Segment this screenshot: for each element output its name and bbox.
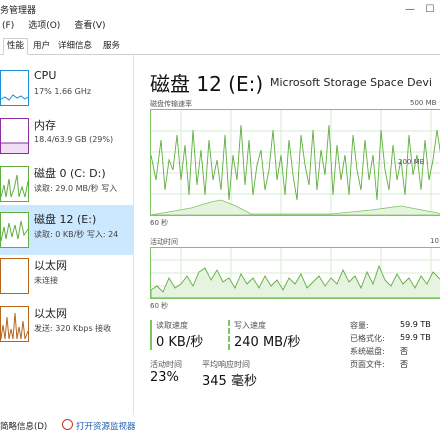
active-area — [150, 264, 440, 299]
formatted-label: 已格式化: — [350, 334, 385, 343]
memory-thumbnail — [0, 118, 29, 154]
tab-bar: 性能 用户 详细信息 服务 — [0, 37, 440, 55]
disk0-mini-graph — [1, 174, 28, 198]
ethernet2-thumbnail — [0, 306, 29, 342]
menu-bar: (F) 选项(O) 查看(V) — [0, 19, 108, 34]
read-speed-block: 读取速度 0 KB/秒 — [150, 320, 203, 350]
ethernet1-thumbnail — [0, 258, 29, 294]
disk12-mini-graph — [1, 220, 28, 242]
disk0-thumbnail — [0, 166, 29, 202]
cpu-thumbnail — [0, 70, 29, 106]
active-time-label: 活动时间 — [150, 238, 178, 246]
page-file-label: 页面文件: — [350, 360, 385, 369]
memory-mini-graph — [1, 142, 28, 153]
response-time-label: 平均响应时间 — [202, 360, 250, 369]
page-title: 磁盘 12 (E:) — [150, 72, 264, 96]
active-time-window-label: 60 秒 — [150, 302, 169, 310]
sidebar-item-label: 磁盘 0 (C: D:) — [34, 167, 106, 180]
active-time-block: 活动时间 23% — [150, 359, 182, 385]
transfer-rate-label: 磁盘传输速率 — [150, 100, 192, 108]
window-controls: — ☐ — [400, 0, 440, 18]
transfer-rate-mid: 200 MB — [398, 158, 425, 166]
property-row: 已格式化: 59.9 TB — [350, 333, 440, 346]
maximize-button[interactable]: ☐ — [420, 0, 440, 18]
read-speed-value: 0 KB/秒 — [156, 335, 204, 350]
sidebar-item-ethernet-2[interactable]: 以太网 发送: 320 Kbps 接收 — [0, 299, 133, 349]
tab-users[interactable]: 用户 — [30, 39, 53, 53]
sidebar-item-disk-0[interactable]: 磁盘 0 (C: D:) 读取: 29.0 MB/秒 写入 — [0, 159, 133, 209]
response-time-block: 平均响应时间 345 毫秒 — [202, 359, 257, 389]
tab-details[interactable]: 详细信息 — [55, 39, 95, 53]
menu-file[interactable]: (F) — [0, 19, 16, 34]
formatted-value: 59.9 TB — [400, 333, 431, 342]
transfer-rate-max: 500 MB — [410, 99, 437, 107]
sidebar-item-label: 以太网 — [34, 307, 67, 320]
sidebar-item-detail: 未连接 — [34, 276, 58, 285]
disk-properties: 容量: 59.9 TB 已格式化: 59.9 TB 系统磁盘: 否 页面文件: … — [350, 320, 440, 372]
system-disk-label: 系统磁盘: — [350, 347, 385, 356]
active-time-stat-label: 活动时间 — [150, 360, 182, 369]
sidebar-item-ethernet-1[interactable]: 以太网 未连接 — [0, 251, 133, 301]
transfer-rate-graph — [150, 109, 440, 216]
fewer-details-link[interactable]: 简略信息(D) — [0, 420, 47, 432]
sidebar-item-label: 以太网 — [34, 259, 67, 272]
ethernet2-mini-graph — [1, 312, 28, 340]
active-time-plot — [150, 248, 440, 299]
write-speed-block: 写入速度 240 MB/秒 — [228, 320, 300, 350]
tab-services[interactable]: 服务 — [100, 39, 123, 53]
sidebar-item-memory[interactable]: 内存 18.4/63.9 GB (29%) — [0, 111, 133, 161]
active-time-stat-value: 23% — [150, 370, 179, 385]
sidebar-item-label: 磁盘 12 (E:) — [34, 213, 97, 226]
capacity-value: 59.9 TB — [400, 320, 431, 329]
active-time-graph — [150, 247, 440, 299]
response-time-value: 345 毫秒 — [202, 374, 257, 389]
transfer-time-label: 60 秒 — [150, 219, 169, 227]
property-row: 容量: 59.9 TB — [350, 320, 440, 333]
menu-options[interactable]: 选项(O) — [26, 19, 62, 34]
minimize-button[interactable]: — — [400, 0, 420, 18]
property-row: 页面文件: 否 — [350, 359, 440, 372]
sidebar-item-disk-12[interactable]: 磁盘 12 (E:) 读取: 0 KB/秒 写入: 24 — [0, 205, 133, 255]
system-disk-value: 否 — [400, 347, 408, 356]
resource-monitor-icon — [62, 419, 73, 430]
menu-view[interactable]: 查看(V) — [72, 19, 107, 34]
device-model: Microsoft Storage Space Devi — [270, 76, 432, 89]
capacity-label: 容量: — [350, 321, 369, 330]
read-speed-label: 读取速度 — [156, 321, 188, 330]
transfer-grid — [151, 110, 440, 215]
tab-performance[interactable]: 性能 — [3, 38, 29, 55]
sidebar-item-cpu[interactable]: CPU 17% 1.66 GHz — [0, 63, 133, 113]
sidebar-item-detail: 读取: 29.0 MB/秒 写入 — [34, 184, 118, 193]
cpu-mini-graph — [1, 94, 28, 101]
sidebar-item-detail: 发送: 320 Kbps 接收 — [34, 324, 112, 333]
transfer-rate-plot — [150, 110, 440, 216]
open-resource-monitor-link[interactable]: 打开资源监视器 — [76, 420, 136, 432]
resource-list: CPU 17% 1.66 GHz 内存 18.4/63.9 GB (29%) 磁… — [0, 55, 134, 415]
read-area — [150, 199, 440, 216]
page-file-value: 否 — [400, 360, 408, 369]
sidebar-item-detail: 17% 1.66 GHz — [34, 87, 92, 96]
property-row: 系统磁盘: 否 — [350, 346, 440, 359]
title-bar: 务管理器 — ☐ — [0, 0, 440, 18]
write-series-line — [150, 124, 440, 201]
write-speed-value: 240 MB/秒 — [234, 335, 301, 350]
sidebar-item-detail: 18.4/63.9 GB (29%) — [34, 135, 114, 144]
window-title: 务管理器 — [0, 6, 37, 16]
sidebar-item-label: 内存 — [34, 119, 56, 132]
write-speed-label: 写入速度 — [234, 321, 266, 330]
disk12-thumbnail — [0, 212, 29, 248]
active-time-max: 10 — [430, 237, 439, 245]
sidebar-item-detail: 读取: 0 KB/秒 写入: 24 — [34, 230, 119, 239]
sidebar-item-label: CPU — [34, 69, 57, 82]
